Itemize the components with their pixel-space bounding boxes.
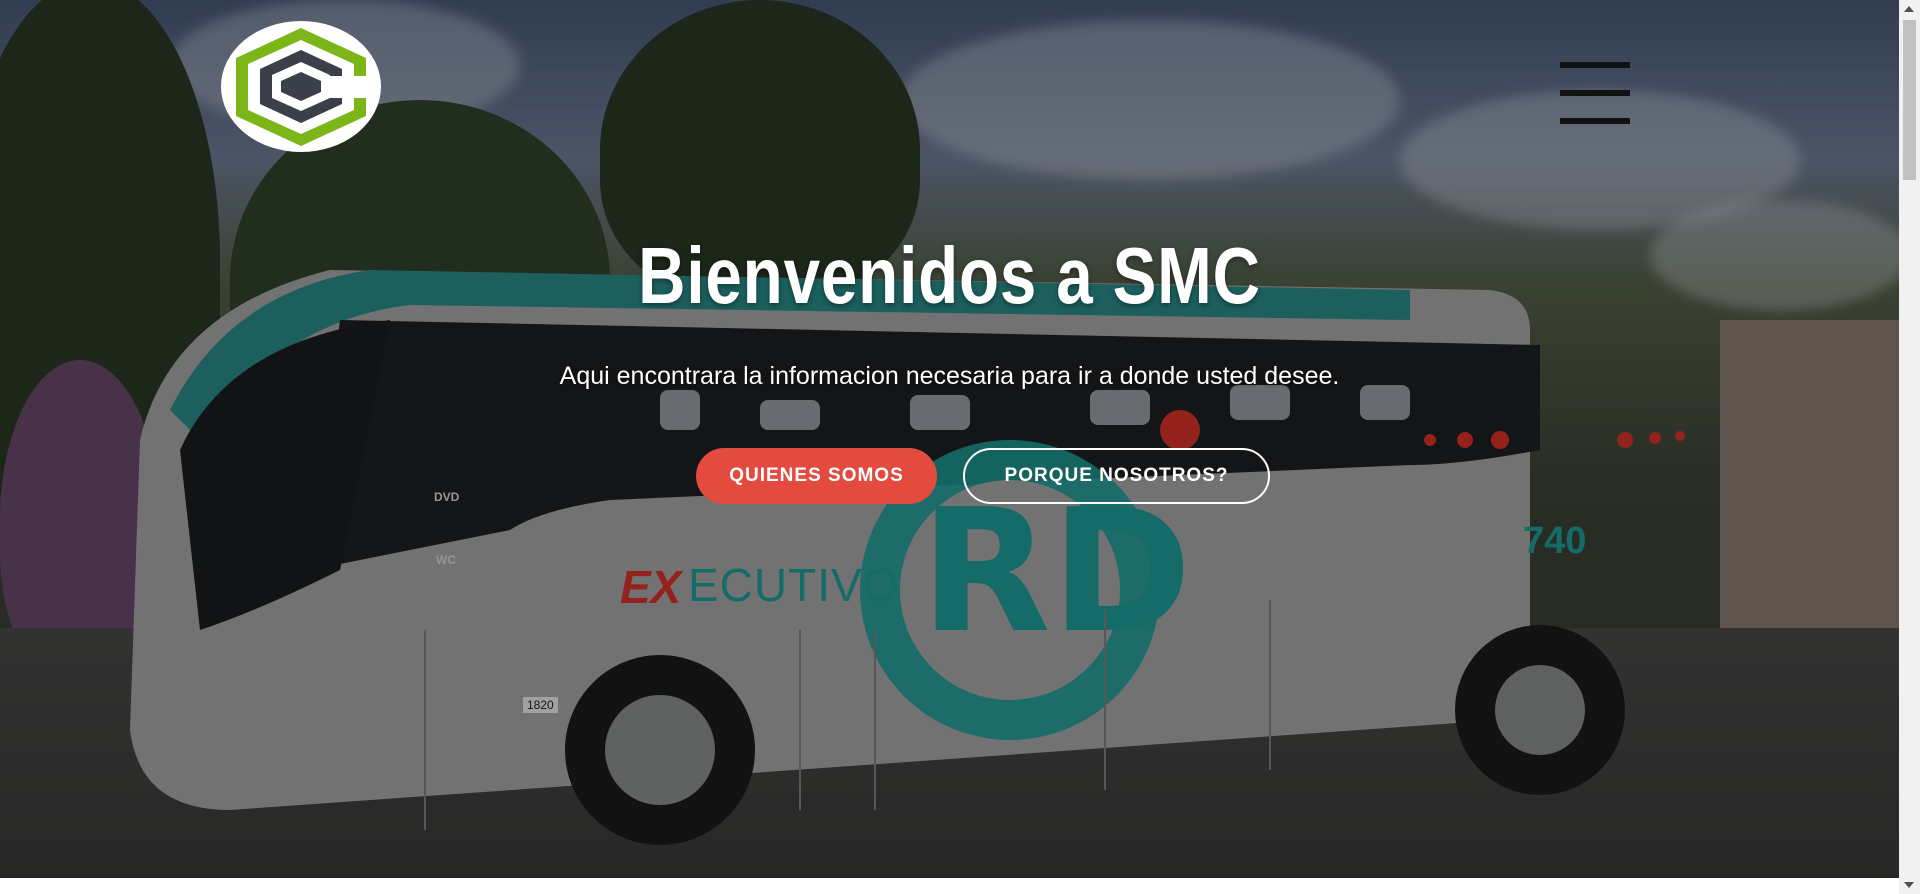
quienes-somos-button[interactable]: QUIENES SOMOS	[696, 448, 937, 504]
page-title: Bienvenidos a SMC	[638, 231, 1261, 320]
smc-logo[interactable]	[221, 21, 381, 152]
menu-bar	[1560, 62, 1630, 68]
scroll-down-icon[interactable]	[1904, 882, 1914, 888]
scroll-thumb[interactable]	[1903, 20, 1916, 180]
scroll-up-icon[interactable]	[1904, 6, 1914, 12]
hero-subtitle: Aqui encontrara la informacion necesaria…	[559, 362, 1340, 390]
vertical-scrollbar[interactable]	[1899, 0, 1920, 894]
menu-bar	[1560, 118, 1630, 124]
hamburger-menu-icon[interactable]	[1560, 62, 1630, 124]
menu-bar	[1560, 90, 1630, 96]
smc-logo-icon	[236, 28, 366, 146]
porque-nosotros-button[interactable]: PORQUE NOSOTROS?	[963, 448, 1270, 504]
